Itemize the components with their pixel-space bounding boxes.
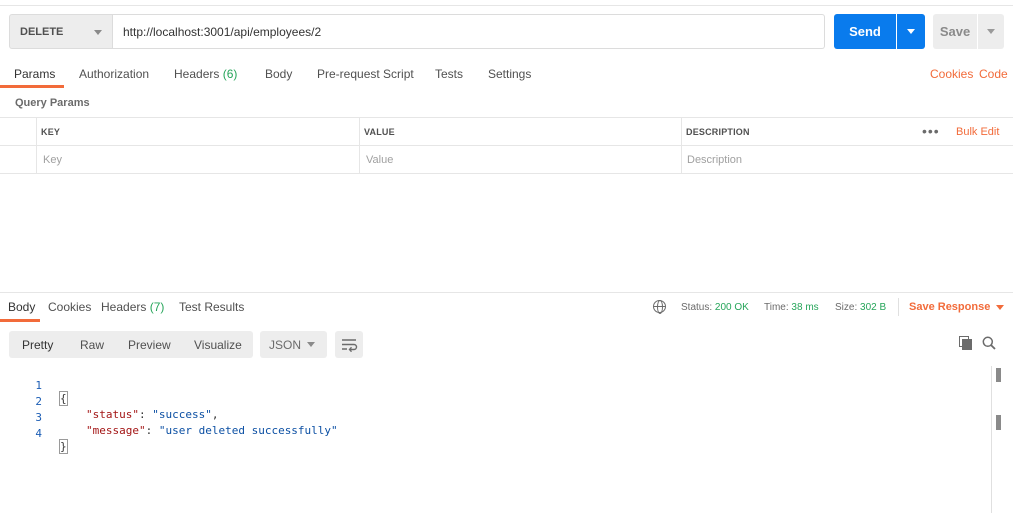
json-key: "status" — [86, 408, 139, 421]
response-tab-test-results[interactable]: Test Results — [179, 300, 244, 314]
wrap-lines-icon — [342, 339, 358, 353]
code-text: "message": "user deleted successfully" — [86, 424, 338, 437]
size-label: Size: — [835, 302, 858, 313]
time-label: Time: — [764, 302, 789, 313]
response-tab-body[interactable]: Body — [8, 300, 35, 314]
query-params-title: Query Params — [15, 97, 90, 109]
json-value: "success" — [152, 408, 212, 421]
tab-prerequest-script[interactable]: Pre-request Script — [317, 67, 414, 81]
tab-settings[interactable]: Settings — [488, 67, 531, 81]
time-value: 38 ms — [791, 302, 819, 313]
code-text: } — [59, 439, 68, 454]
json-separator: : — [138, 408, 153, 421]
status-label: Status: — [681, 302, 713, 313]
status-value: 200 OK — [714, 302, 749, 313]
view-visualize-button[interactable]: Visualize — [194, 338, 242, 352]
cookies-link[interactable]: Cookies — [930, 67, 973, 81]
tab-headers[interactable]: Headers (6) — [174, 67, 237, 81]
tab-headers-label: Headers — [174, 67, 220, 81]
bulk-edit-link[interactable]: Bulk Edit — [956, 126, 999, 138]
format-select[interactable]: JSON — [260, 331, 327, 358]
column-header-value: VALUE — [364, 127, 395, 137]
view-preview-button[interactable]: Preview — [128, 338, 171, 352]
code-text: { — [59, 391, 68, 406]
wrap-lines-button[interactable] — [335, 331, 363, 358]
time-readout: Time: 38 ms — [764, 302, 819, 313]
send-button[interactable]: Send — [834, 14, 896, 49]
search-icon[interactable] — [982, 336, 996, 350]
json-value: "user deleted successfully" — [158, 424, 338, 437]
response-tab-headers-label: Headers — [101, 300, 147, 314]
tab-authorization[interactable]: Authorization — [79, 67, 149, 81]
method-label: DELETE — [20, 25, 64, 38]
column-divider — [359, 118, 360, 174]
description-input[interactable]: Description — [687, 154, 742, 166]
caret-down-icon — [907, 29, 915, 34]
value-input[interactable]: Value — [366, 154, 393, 166]
copy-icon[interactable] — [959, 336, 972, 350]
globe-icon[interactable] — [653, 300, 666, 314]
response-tab-cookies[interactable]: Cookies — [48, 300, 91, 314]
request-tabs: Params Authorization Headers (6) Body Pr… — [0, 60, 1013, 88]
save-options-button[interactable] — [978, 14, 1004, 49]
caret-down-icon — [987, 29, 995, 34]
tab-body[interactable]: Body — [265, 67, 292, 81]
save-button[interactable]: Save — [933, 14, 977, 49]
size-readout: Size: 302 B — [835, 302, 886, 313]
active-response-tab-indicator — [0, 319, 40, 322]
line-number: 4 — [35, 427, 42, 440]
caret-down-icon — [307, 342, 315, 347]
json-separator: : — [145, 424, 159, 437]
response-headers-count: (7) — [149, 300, 165, 314]
size-value: 302 B — [860, 302, 887, 313]
key-input[interactable]: Key — [43, 154, 62, 166]
code-text: "status": "success", — [86, 408, 218, 421]
code-line: 2 "status": "success", — [0, 382, 218, 421]
scrollbar-thumb[interactable] — [996, 415, 1001, 430]
save-response-button[interactable]: Save Response — [909, 301, 1005, 313]
json-comma: , — [211, 408, 219, 421]
query-params-table: KEY VALUE DESCRIPTION ••• Bulk Edit Key … — [0, 117, 1013, 174]
tab-tests[interactable]: Tests — [435, 67, 463, 81]
code-line: 4 } — [0, 414, 68, 454]
column-divider — [36, 118, 37, 174]
overview-ruler-marker[interactable] — [996, 368, 1001, 382]
response-tab-headers[interactable]: Headers (7) — [101, 300, 164, 314]
table-header-row — [0, 118, 1013, 146]
format-label: JSON — [269, 338, 302, 352]
headers-count: (6) — [222, 67, 238, 81]
active-tab-indicator — [0, 85, 64, 88]
json-key: "message" — [86, 424, 146, 437]
save-response-label: Save Response — [909, 301, 991, 313]
column-divider — [681, 118, 682, 174]
editor-scroll-track[interactable] — [991, 366, 992, 513]
caret-down-icon — [94, 30, 102, 35]
column-header-description: DESCRIPTION — [686, 127, 750, 137]
code-line: 3 "message": "user deleted successfully" — [0, 398, 337, 437]
top-divider — [0, 5, 1013, 6]
code-link[interactable]: Code — [979, 67, 1008, 81]
separator — [898, 298, 899, 316]
view-raw-button[interactable]: Raw — [80, 338, 104, 352]
url-input[interactable]: http://localhost:3001/api/employees/2 — [113, 14, 825, 49]
column-header-key: KEY — [41, 127, 61, 137]
response-divider[interactable] — [0, 292, 1013, 293]
more-dots-icon[interactable]: ••• — [922, 123, 940, 139]
caret-down-icon — [996, 304, 1005, 310]
code-line: 1 { — [0, 366, 68, 406]
method-select[interactable]: DELETE — [9, 14, 113, 49]
view-mode-toggle: Pretty Raw Preview Visualize — [9, 331, 253, 358]
tab-params[interactable]: Params — [14, 67, 55, 81]
send-options-button[interactable] — [897, 14, 925, 49]
status-readout: Status: 200 OK — [681, 302, 749, 313]
view-pretty-button[interactable]: Pretty — [22, 338, 53, 352]
